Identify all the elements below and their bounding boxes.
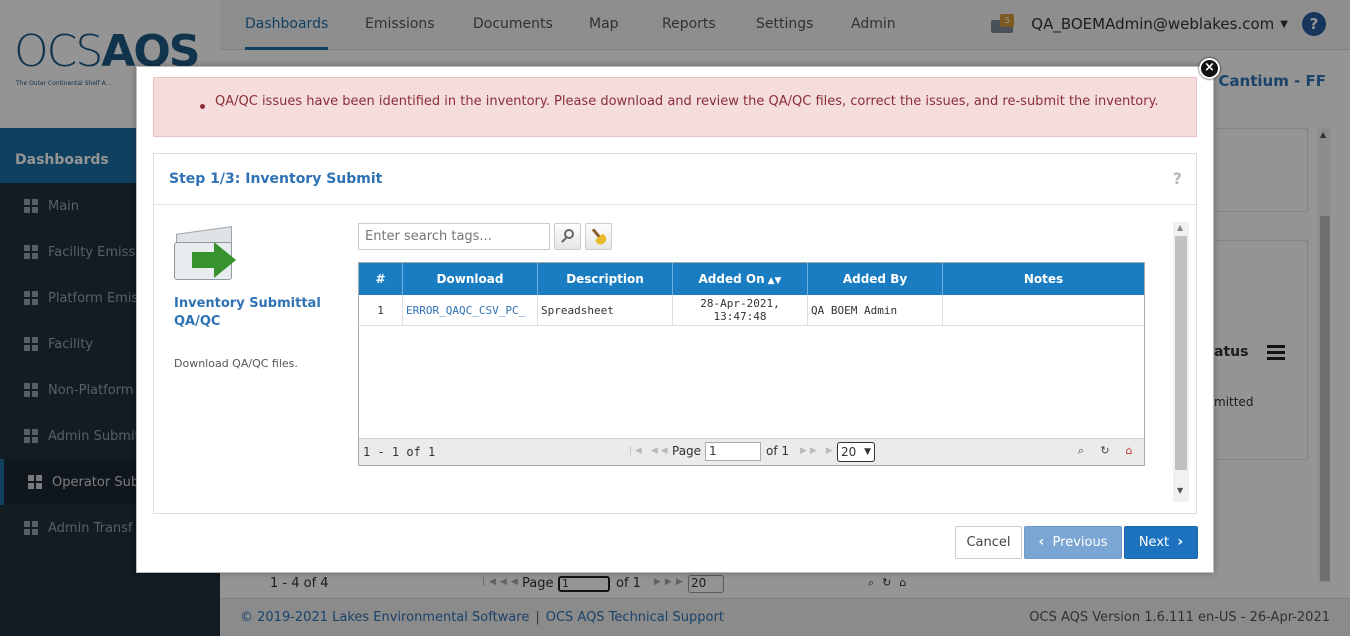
help-icon[interactable]: ? bbox=[1173, 169, 1182, 188]
chevron-down-icon: ▼ bbox=[864, 447, 871, 457]
column-header-added-by[interactable]: Added By bbox=[808, 263, 943, 295]
step-panel: Step 1/3: Inventory Submit ? Inventory S… bbox=[153, 153, 1197, 514]
scroll-up-icon[interactable]: ▲ bbox=[1177, 223, 1183, 232]
download-link[interactable]: ERROR_QAQC_CSV_PC_ bbox=[403, 295, 538, 325]
next-button[interactable]: Next › bbox=[1124, 526, 1198, 559]
section-title: Inventory Submittal QA/QC bbox=[174, 296, 321, 329]
envelope-arrow-icon bbox=[174, 220, 240, 282]
section-description: Download QA/QC files. bbox=[174, 357, 298, 370]
column-header-notes[interactable]: Notes bbox=[943, 263, 1144, 295]
pager-page-input[interactable]: 1 bbox=[705, 442, 761, 461]
panel-scrollbar[interactable]: ▲ ▼ bbox=[1173, 222, 1189, 502]
pager-of-label: of 1 bbox=[766, 444, 790, 458]
column-header-download[interactable]: Download bbox=[403, 263, 538, 295]
cell-notes bbox=[943, 295, 1144, 325]
cancel-button[interactable]: Cancel bbox=[955, 526, 1022, 559]
previous-button[interactable]: ‹ Previous bbox=[1024, 526, 1122, 559]
refresh-icon[interactable]: ↻ bbox=[1098, 444, 1112, 458]
grid-pager: 1 - 1 of 1 |◀ ◀◀ Page 1 of 1 ▶▶ ▶| 20 ▼ ⌕… bbox=[359, 438, 1144, 465]
sort-icon: ▲▼ bbox=[767, 276, 782, 286]
column-header-added-on[interactable]: Added On ▲▼ bbox=[673, 263, 808, 295]
close-icon[interactable]: × bbox=[1199, 58, 1220, 79]
home-icon[interactable]: ⌂ bbox=[1122, 444, 1136, 458]
clear-search-button[interactable] bbox=[585, 223, 612, 250]
next-button-label: Next bbox=[1138, 535, 1170, 550]
pager-count: 1 - 1 of 1 bbox=[363, 445, 436, 459]
search-button[interactable] bbox=[554, 223, 581, 250]
search-icon[interactable]: ⌕ bbox=[1074, 444, 1088, 458]
chevron-right-icon: › bbox=[1177, 534, 1184, 550]
pager-rows-value: 20 bbox=[841, 445, 857, 459]
qaqc-error-alert: QA/QC issues have been identified in the… bbox=[153, 77, 1197, 137]
column-header-label: Added On bbox=[698, 272, 765, 286]
qaqc-files-grid: # Download Description Added On ▲▼ Added … bbox=[358, 262, 1145, 466]
step-title: Step 1/3: Inventory Submit bbox=[169, 171, 383, 187]
search-tags-input[interactable] bbox=[358, 223, 550, 250]
column-header-number[interactable]: # bbox=[359, 263, 403, 295]
table-row[interactable]: 1 ERROR_QAQC_CSV_PC_ Spreadsheet 28-Apr-… bbox=[359, 295, 1144, 326]
cell-added-on: 28-Apr-2021, 13:47:48 bbox=[673, 295, 808, 325]
pager-next-last-icons[interactable]: ▶▶ ▶| bbox=[800, 446, 842, 456]
cell-added-on-time: 13:47:48 bbox=[713, 310, 767, 323]
pager-rows-select[interactable]: 20 ▼ bbox=[837, 442, 875, 462]
previous-button-label: Previous bbox=[1052, 535, 1108, 550]
column-header-description[interactable]: Description bbox=[538, 263, 673, 295]
cell-added-by: QA BOEM Admin bbox=[808, 295, 943, 325]
pager-first-prev-icons[interactable]: |◀ ◀◀ bbox=[629, 446, 671, 456]
inventory-submit-dialog: QA/QC issues have been identified in the… bbox=[136, 66, 1214, 573]
alert-message: QA/QC issues have been identified in the… bbox=[215, 94, 1159, 109]
scroll-down-icon[interactable]: ▼ bbox=[1177, 486, 1183, 495]
cell-number: 1 bbox=[359, 295, 403, 325]
pager-page-label: Page bbox=[672, 444, 702, 458]
cell-description: Spreadsheet bbox=[538, 295, 673, 325]
cell-added-on-date: 28-Apr-2021, bbox=[700, 297, 780, 310]
grid-header: # Download Description Added On ▲▼ Added … bbox=[359, 263, 1144, 295]
chevron-left-icon: ‹ bbox=[1038, 534, 1045, 550]
